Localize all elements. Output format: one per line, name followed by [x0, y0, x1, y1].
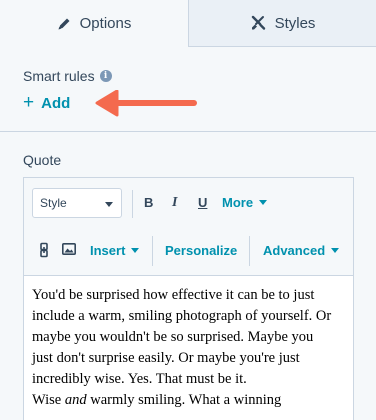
editor-content[interactable]: You'd be surprised how effective it can …	[32, 285, 350, 411]
chevron-down-icon	[259, 200, 268, 205]
tab-styles-label: Styles	[274, 14, 316, 32]
toolbar-separator	[152, 236, 153, 266]
insert-label: Insert	[90, 243, 126, 258]
insert-dropdown[interactable]: Insert	[90, 243, 140, 258]
add-label: Add	[41, 95, 71, 112]
style-select[interactable]: Style	[32, 188, 122, 218]
underline-button[interactable]: U	[198, 195, 207, 210]
editor-toolbar: Style B I U More Insert Personalize Adva…	[24, 178, 353, 276]
link-icon[interactable]	[39, 242, 49, 258]
annotation-arrow-icon	[95, 90, 197, 117]
pencil-icon	[58, 18, 70, 29]
info-icon[interactable]: i	[99, 70, 112, 82]
advanced-label: Advanced	[263, 243, 326, 258]
content-line: include a warm, smiling photograph of yo…	[32, 308, 332, 324]
tab-options-label: Options	[79, 15, 132, 32]
tab-bar: Options Styles	[0, 0, 376, 47]
content-emphasis: and	[64, 392, 87, 408]
toolbar-separator	[249, 236, 250, 266]
italic-button[interactable]: I	[172, 195, 177, 211]
personalize-button[interactable]: Personalize	[165, 243, 237, 258]
style-select-value: Style	[40, 196, 67, 210]
tab-options[interactable]: Options	[0, 0, 189, 47]
content-line: maybe you wouldn't be so surprised. Mayb…	[32, 329, 314, 345]
content-text: Wise	[32, 392, 65, 408]
content-line: You'd be surprised how effective it can …	[32, 287, 315, 303]
smart-rules-label: Smart rules i	[23, 68, 112, 84]
smart-rules-text: Smart rules	[23, 68, 95, 84]
more-label: More	[222, 195, 254, 210]
add-smart-rule-button[interactable]: + Add	[23, 92, 71, 113]
plus-icon: +	[23, 92, 35, 113]
content-text: warmly smiling. What a winning	[86, 392, 282, 408]
bold-button[interactable]: B	[144, 195, 153, 210]
quote-rich-text-editor: Style B I U More Insert Personalize Adva…	[23, 177, 354, 420]
more-dropdown[interactable]: More	[222, 195, 268, 210]
toolbar-separator	[132, 190, 133, 218]
chevron-down-icon	[331, 248, 340, 253]
quote-label: Quote	[23, 152, 62, 168]
advanced-dropdown[interactable]: Advanced	[263, 243, 340, 258]
content-line: just don't surprise easily. Or maybe you…	[32, 350, 300, 366]
content-line: Wise and warmly smiling. What a winning	[32, 390, 350, 411]
content-line: incredibly wise. Yes. That must be it.	[32, 371, 247, 387]
section-divider	[0, 131, 376, 132]
tab-styles[interactable]: Styles	[189, 0, 376, 47]
chevron-down-icon	[105, 202, 113, 207]
paintbrush-icon	[251, 15, 265, 30]
chevron-down-icon	[131, 248, 140, 253]
image-icon[interactable]	[62, 243, 76, 255]
